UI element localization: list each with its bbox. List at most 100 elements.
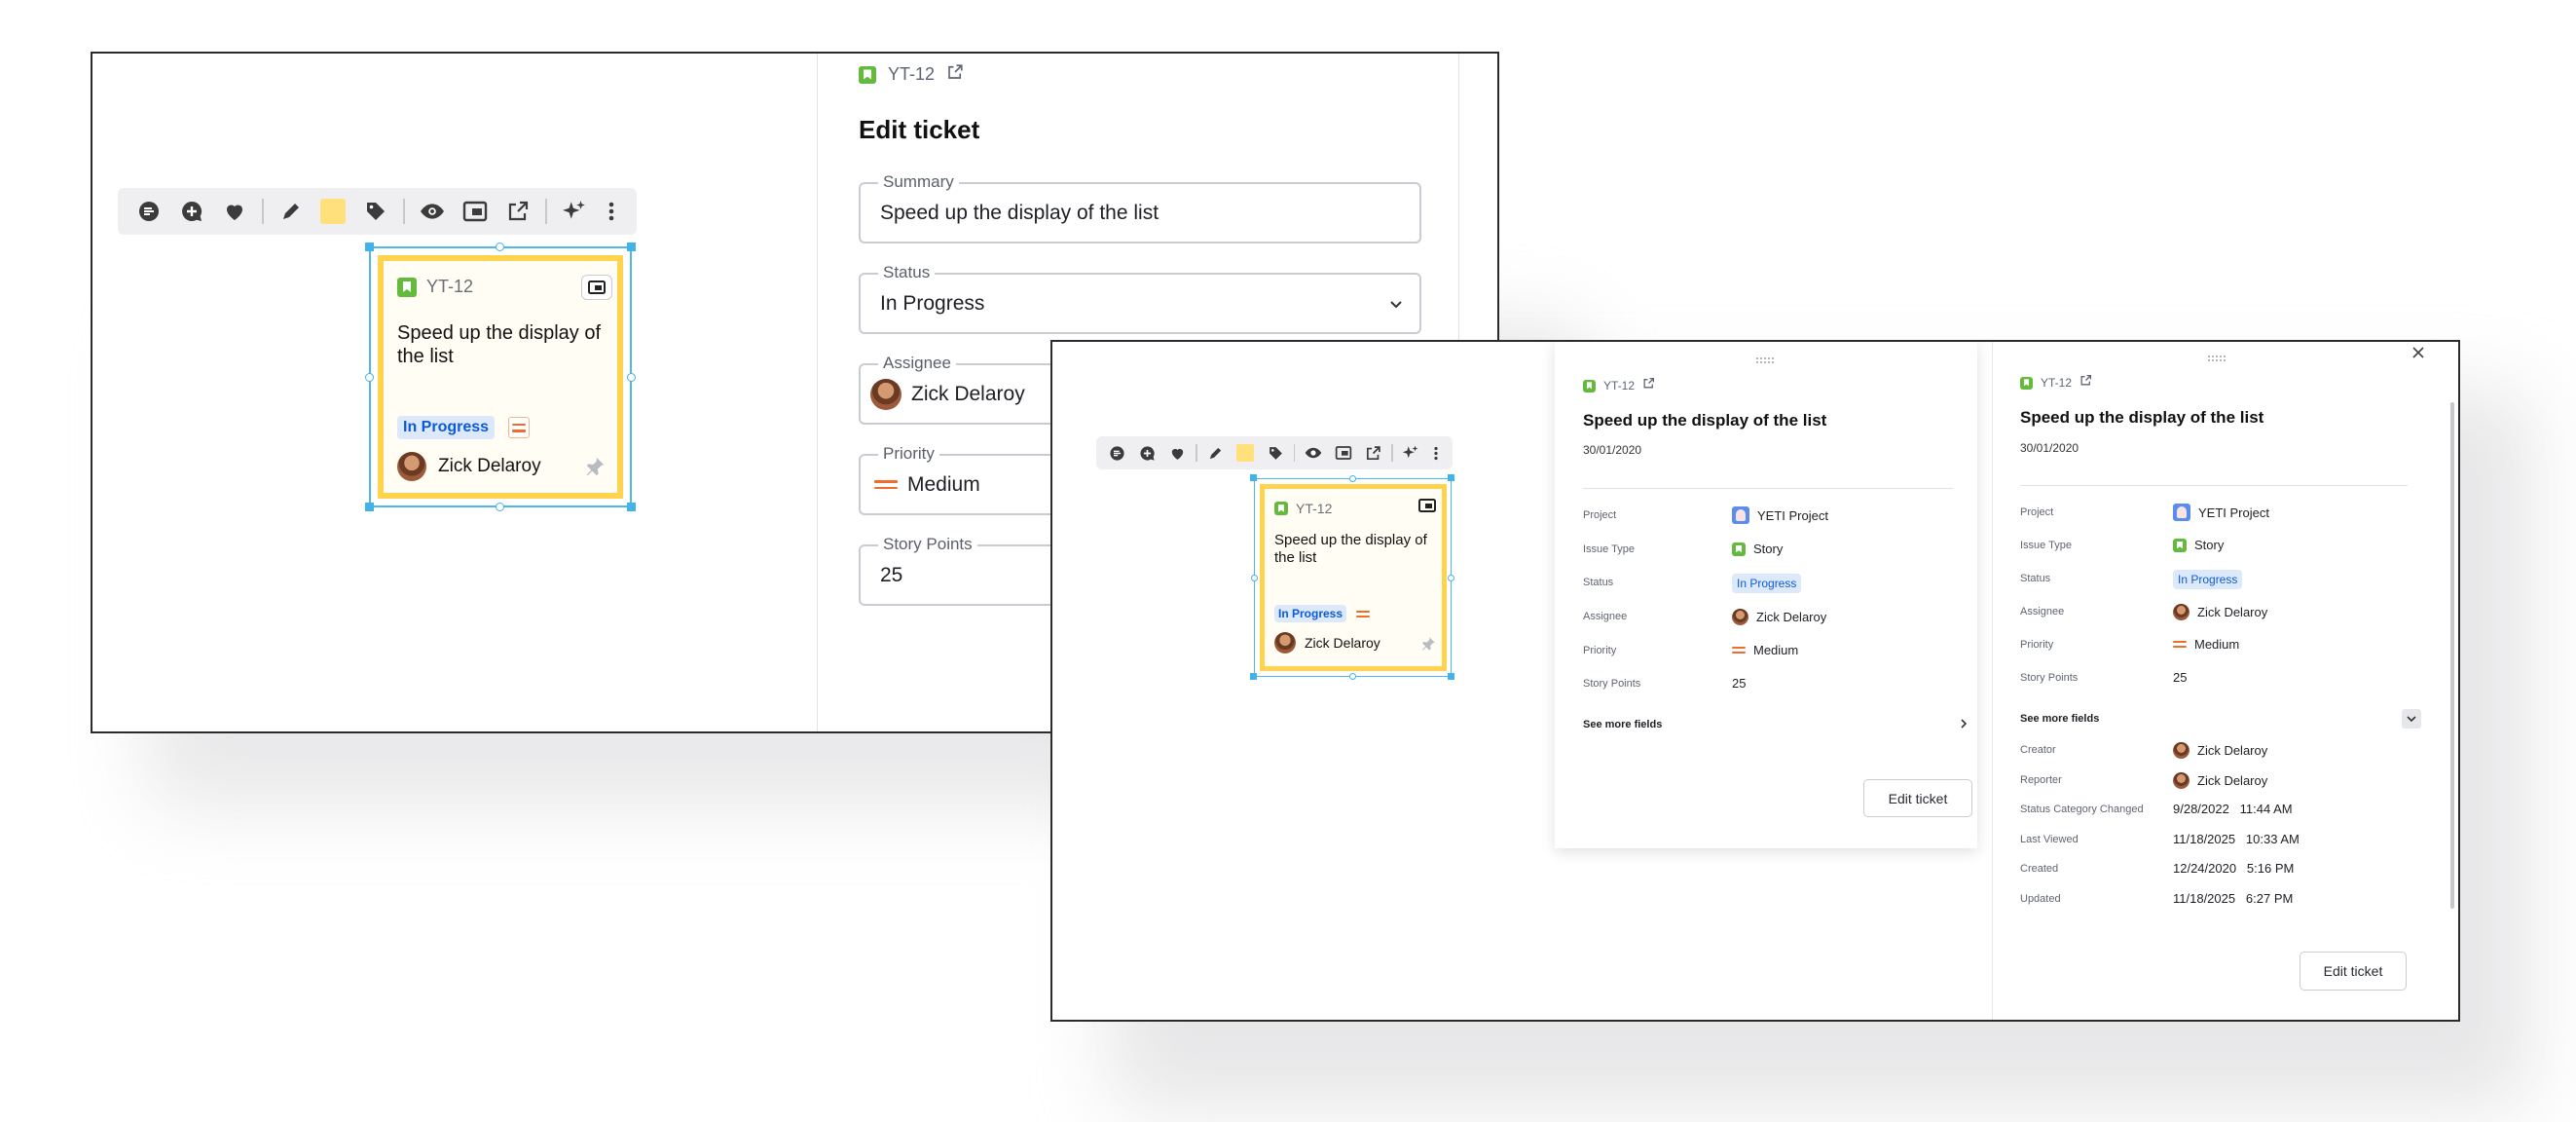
ticket-details-panel: YT-12 Speed up the display of the list 3… bbox=[1555, 342, 1977, 848]
drag-handle-icon[interactable] bbox=[2207, 350, 2226, 367]
sticky-color-icon[interactable] bbox=[312, 188, 354, 235]
assignee-value[interactable]: Zick Delaroy bbox=[1732, 609, 1826, 625]
status-label: Status bbox=[878, 263, 936, 282]
tag-icon[interactable] bbox=[1261, 436, 1291, 469]
more-field-value: 11/18/2025 6:27 PM bbox=[2173, 891, 2293, 906]
story-points-value[interactable]: 25 bbox=[1732, 676, 1746, 691]
more-field-text: 9/28/2022 11:44 AM bbox=[2173, 802, 2293, 816]
add-comment-icon[interactable] bbox=[170, 188, 213, 235]
assignee-avatar bbox=[397, 452, 426, 481]
status-badge[interactable]: In Progress bbox=[1732, 574, 1802, 593]
more-field-value: 9/28/2022 11:44 AM bbox=[2173, 802, 2293, 816]
resize-handle[interactable] bbox=[365, 243, 374, 251]
story-points-value[interactable]: 25 bbox=[2173, 670, 2187, 685]
ticket-title: Speed up the display of the list bbox=[2020, 408, 2264, 427]
assignee-name: Zick Delaroy bbox=[1756, 610, 1827, 624]
resize-handle[interactable] bbox=[1349, 673, 1356, 680]
more-field-value: Zick Delaroy bbox=[2173, 742, 2267, 759]
ticket-key: YT-12 bbox=[888, 64, 936, 84]
ticket-key: YT-12 bbox=[1603, 379, 1636, 393]
project-name: YETI Project bbox=[1757, 507, 1828, 523]
resize-handle[interactable] bbox=[1448, 673, 1454, 680]
resize-handle[interactable] bbox=[1251, 575, 1258, 581]
open-external-icon[interactable] bbox=[497, 188, 539, 235]
project-value[interactable]: YETI Project bbox=[1732, 506, 1828, 524]
eye-icon[interactable] bbox=[1298, 436, 1328, 469]
pen-icon[interactable] bbox=[270, 188, 313, 235]
close-icon[interactable] bbox=[2411, 346, 2425, 364]
resize-handle[interactable] bbox=[365, 503, 374, 511]
resize-handle[interactable] bbox=[496, 243, 504, 251]
resize-handle[interactable] bbox=[1250, 673, 1257, 680]
chevron-down-icon bbox=[1388, 296, 1404, 317]
resize-handle[interactable] bbox=[1448, 474, 1454, 481]
story-icon bbox=[1583, 379, 1596, 393]
card-view-icon[interactable] bbox=[581, 275, 612, 300]
card-icon[interactable] bbox=[454, 188, 497, 235]
open-external-icon[interactable] bbox=[946, 63, 964, 86]
story-icon bbox=[1274, 502, 1288, 515]
more-field-text: Zick Delaroy bbox=[2197, 743, 2268, 758]
resize-handle[interactable] bbox=[365, 373, 374, 382]
card-view-icon[interactable] bbox=[1418, 499, 1436, 517]
priority-medium-icon bbox=[508, 417, 531, 438]
card-icon[interactable] bbox=[1328, 436, 1358, 469]
dots-circle-icon[interactable] bbox=[1102, 436, 1132, 469]
resize-handle[interactable] bbox=[627, 243, 636, 251]
summary-label: Summary bbox=[878, 172, 959, 192]
see-more-fields-toggle[interactable]: See more fields bbox=[2020, 709, 2421, 729]
priority-value[interactable]: Medium bbox=[1732, 643, 1798, 657]
project-name: YETI Project bbox=[2198, 505, 2269, 520]
assignee-name: Zick Delaroy bbox=[438, 456, 541, 476]
see-more-fields-toggle[interactable]: See more fields bbox=[1583, 716, 1969, 733]
pin-icon[interactable] bbox=[584, 456, 606, 482]
status-badge[interactable]: In Progress bbox=[2173, 570, 2243, 589]
open-external-icon[interactable] bbox=[2079, 374, 2092, 392]
open-external-icon[interactable] bbox=[1358, 436, 1388, 469]
add-comment-icon[interactable] bbox=[1132, 436, 1162, 469]
assignee-value[interactable]: Zick Delaroy bbox=[2173, 604, 2267, 620]
resize-handle[interactable] bbox=[496, 503, 504, 511]
assignee-avatar bbox=[1732, 609, 1748, 625]
more-vertical-icon[interactable] bbox=[1426, 436, 1447, 469]
resize-handle[interactable] bbox=[1250, 474, 1257, 481]
story-icon bbox=[397, 277, 417, 297]
pen-icon[interactable] bbox=[1200, 436, 1231, 469]
pin-icon[interactable] bbox=[1420, 636, 1436, 656]
ticket-card[interactable]: YT-12 Speed up the display of the list I… bbox=[378, 255, 623, 499]
ticket-card[interactable]: YT-12 Speed up the display of the list I… bbox=[1260, 484, 1447, 671]
sparkle-icon[interactable] bbox=[553, 188, 596, 235]
more-field-value: 11/18/2025 10:33 AM bbox=[2173, 832, 2300, 846]
more-field-label: Updated bbox=[2020, 893, 2061, 905]
drag-handle-icon[interactable] bbox=[1755, 352, 1775, 369]
resize-handle[interactable] bbox=[627, 503, 636, 511]
heart-icon[interactable] bbox=[213, 188, 256, 235]
assignee-label: Assignee bbox=[2020, 606, 2065, 617]
priority-value[interactable]: Medium bbox=[2173, 637, 2239, 652]
status-select[interactable]: Status In Progress bbox=[859, 263, 1421, 334]
toolbar-divider bbox=[1293, 444, 1296, 462]
project-icon bbox=[1732, 506, 1749, 524]
toolbar-divider bbox=[403, 199, 406, 224]
more-vertical-icon[interactable] bbox=[596, 188, 627, 235]
tag-icon[interactable] bbox=[354, 188, 397, 235]
edit-ticket-button[interactable]: Edit ticket bbox=[1863, 779, 1972, 817]
resize-handle[interactable] bbox=[1349, 475, 1356, 482]
resize-handle[interactable] bbox=[1448, 575, 1454, 581]
sparkle-icon[interactable] bbox=[1396, 436, 1426, 469]
heart-icon[interactable] bbox=[1162, 436, 1193, 469]
edit-ticket-button[interactable]: Edit ticket bbox=[2300, 952, 2407, 991]
priority-name: Medium bbox=[907, 472, 980, 496]
scrollbar[interactable] bbox=[2450, 402, 2454, 909]
assignee-avatar bbox=[870, 378, 902, 410]
chevron-down-icon[interactable] bbox=[2402, 709, 2421, 729]
summary-field[interactable]: Summary Speed up the display of the list bbox=[859, 172, 1421, 243]
eye-icon[interactable] bbox=[411, 188, 454, 235]
resize-handle[interactable] bbox=[627, 373, 636, 382]
project-value[interactable]: YETI Project bbox=[2173, 504, 2269, 521]
story-points-label: Story Points bbox=[878, 535, 977, 554]
more-field-label: Reporter bbox=[2020, 774, 2062, 786]
dots-circle-icon[interactable] bbox=[128, 188, 170, 235]
sticky-color-icon[interactable] bbox=[1231, 436, 1261, 469]
open-external-icon[interactable] bbox=[1642, 377, 1655, 394]
